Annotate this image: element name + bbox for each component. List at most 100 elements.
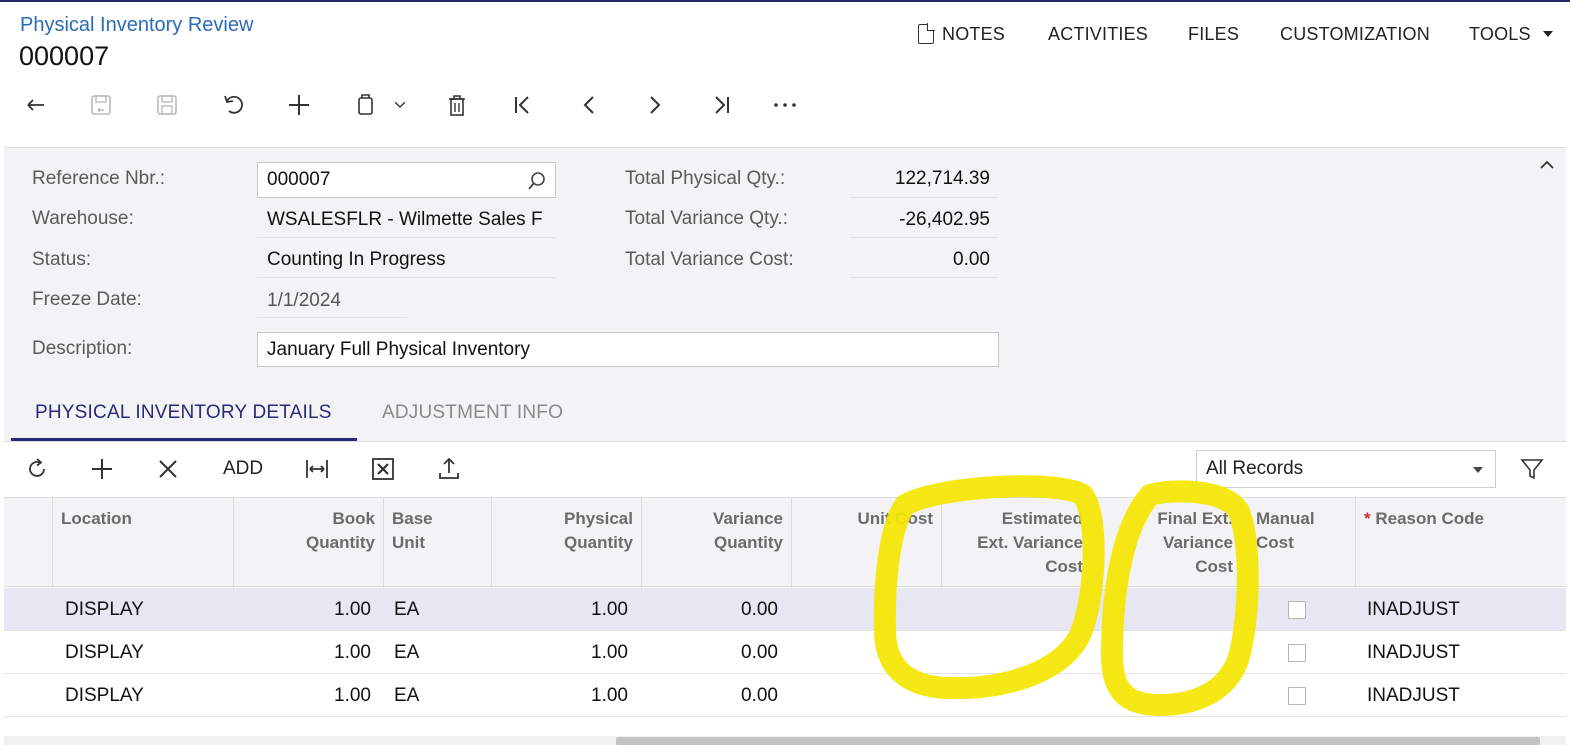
location-cell[interactable]: DISPLAY: [65, 674, 144, 717]
save-close-button[interactable]: [85, 89, 117, 121]
column-label: Manual: [1256, 509, 1315, 528]
chevron-left-icon: [583, 96, 594, 114]
last-record-button[interactable]: [705, 89, 737, 121]
column-header-reason-code[interactable]: * Reason Code: [1355, 498, 1566, 588]
save-button[interactable]: [151, 89, 183, 121]
activities-menu-item[interactable]: ACTIVITIES: [1048, 22, 1148, 46]
tab-physical-inventory-details[interactable]: PHYSICAL INVENTORY DETAILS: [35, 402, 332, 424]
checkbox-box: [1288, 643, 1306, 662]
base-unit-cell[interactable]: EA: [394, 588, 419, 631]
tools-menu-item[interactable]: TOOLS: [1469, 22, 1553, 46]
column-header-base-unit[interactable]: Base Unit: [383, 498, 491, 588]
variance-quantity-cell[interactable]: 0.00: [641, 588, 778, 631]
physical-quantity-cell[interactable]: 1.00: [491, 588, 628, 631]
total-physical-qty-underline: [850, 197, 998, 198]
files-menu-item[interactable]: FILES: [1188, 22, 1239, 46]
column-header-unit-cost[interactable]: Unit Cost: [791, 498, 941, 588]
collapse-chevron-up-icon[interactable]: [1540, 158, 1554, 172]
reason-code-cell[interactable]: INADJUST: [1367, 674, 1460, 717]
filter-button[interactable]: [1516, 453, 1548, 485]
upload-button[interactable]: [433, 453, 465, 485]
refresh-button[interactable]: [21, 453, 53, 485]
delete-button[interactable]: [441, 89, 473, 121]
next-record-button[interactable]: [639, 89, 671, 121]
variance-quantity-cell[interactable]: 0.00: [641, 674, 778, 717]
book-quantity-cell[interactable]: 1.00: [233, 674, 371, 717]
copy-paste-button[interactable]: [349, 89, 381, 121]
export-excel-button[interactable]: [367, 453, 399, 485]
back-button[interactable]: [19, 89, 51, 121]
variance-quantity-cell[interactable]: 0.00: [641, 631, 778, 674]
add-row-button[interactable]: [86, 453, 118, 485]
description-field[interactable]: January Full Physical Inventory: [257, 332, 999, 367]
delete-row-button[interactable]: [152, 453, 184, 485]
table-row[interactable]: DISPLAY 1.00 EA 1.00 0.00 INADJUST: [4, 588, 1566, 631]
column-label: Ext. Variance: [977, 533, 1083, 552]
customization-menu-item[interactable]: CUSTOMIZATION: [1280, 22, 1430, 46]
document-reference-title: 000007: [19, 41, 110, 71]
undo-button[interactable]: [217, 89, 249, 121]
physical-quantity-cell[interactable]: 1.00: [491, 674, 628, 717]
plus-icon: [289, 95, 309, 115]
reason-code-cell[interactable]: INADJUST: [1367, 631, 1460, 674]
horizontal-scrollbar-thumb[interactable]: [616, 737, 1540, 745]
location-cell[interactable]: DISPLAY: [65, 631, 144, 674]
location-cell[interactable]: DISPLAY: [65, 588, 144, 631]
base-unit-cell[interactable]: EA: [394, 674, 419, 717]
total-variance-qty-label: Total Variance Qty.:: [625, 208, 788, 229]
manual-cost-checkbox[interactable]: [1288, 588, 1306, 631]
column-label: Cost: [1195, 557, 1233, 576]
screen-title-link[interactable]: Physical Inventory Review: [20, 14, 253, 37]
trash-icon: [449, 95, 465, 116]
column-label: Unit Cost: [857, 509, 933, 528]
chevron-right-icon: [650, 96, 661, 114]
add-button[interactable]: [283, 89, 315, 121]
total-physical-qty-label: Total Physical Qty.:: [625, 168, 786, 189]
tools-label: TOOLS: [1469, 23, 1531, 44]
column-label: Quantity: [306, 533, 375, 552]
manual-cost-checkbox[interactable]: [1288, 631, 1306, 674]
column-header-estimated-ext-variance-cost[interactable]: Estimated Ext. Variance Cost: [941, 498, 1091, 588]
save-icon: [157, 95, 177, 115]
column-header-location[interactable]: Location: [52, 498, 233, 588]
column-label: Base: [392, 509, 433, 528]
column-label: Final Ext.: [1157, 509, 1233, 528]
column-header-variance-quantity[interactable]: Variance Quantity: [641, 498, 791, 588]
book-quantity-cell[interactable]: 1.00: [233, 588, 371, 631]
column-header-final-ext-variance-cost[interactable]: Final Ext. Variance Cost: [1091, 498, 1241, 588]
ellipsis-icon: [774, 103, 796, 107]
search-icon[interactable]: [527, 171, 547, 191]
total-variance-cost-label: Total Variance Cost:: [625, 249, 794, 270]
manual-cost-checkbox[interactable]: [1288, 674, 1306, 717]
checkbox-box: [1288, 600, 1306, 619]
physical-quantity-cell[interactable]: 1.00: [491, 631, 628, 674]
tab-adjustment-info[interactable]: ADJUSTMENT INFO: [382, 402, 563, 424]
back-arrow-icon: [27, 99, 44, 111]
excel-icon: [372, 458, 394, 480]
status-underline: [257, 277, 556, 278]
reason-code-cell[interactable]: INADJUST: [1367, 588, 1460, 631]
table-row[interactable]: DISPLAY 1.00 EA 1.00 0.00 INADJUST: [4, 674, 1566, 717]
column-header-book-quantity[interactable]: Book Quantity: [233, 498, 383, 588]
reference-nbr-field[interactable]: 000007: [257, 162, 556, 198]
previous-record-button[interactable]: [573, 89, 605, 121]
more-actions-button[interactable]: [769, 89, 801, 121]
notes-menu-item[interactable]: NOTES: [918, 22, 1005, 46]
base-unit-cell[interactable]: EA: [394, 631, 419, 674]
records-filter-select[interactable]: All Records: [1196, 450, 1496, 488]
first-record-button[interactable]: [507, 89, 539, 121]
description-value: January Full Physical Inventory: [267, 338, 530, 360]
column-header-physical-quantity[interactable]: Physical Quantity: [491, 498, 641, 588]
table-row[interactable]: DISPLAY 1.00 EA 1.00 0.00 INADJUST: [4, 631, 1566, 674]
chevron-down-icon: [1473, 467, 1483, 473]
column-label: Quantity: [714, 533, 783, 552]
funnel-icon: [1520, 459, 1544, 480]
warehouse-label: Warehouse:: [32, 208, 134, 229]
column-label: Cost: [1045, 557, 1083, 576]
add-line-button[interactable]: ADD: [216, 453, 270, 485]
column-label: Book: [332, 509, 376, 528]
fit-columns-button[interactable]: [301, 453, 333, 485]
column-header-manual-cost[interactable]: Manual Cost: [1241, 498, 1355, 588]
copy-paste-dropdown[interactable]: [386, 89, 414, 121]
book-quantity-cell[interactable]: 1.00: [233, 631, 371, 674]
